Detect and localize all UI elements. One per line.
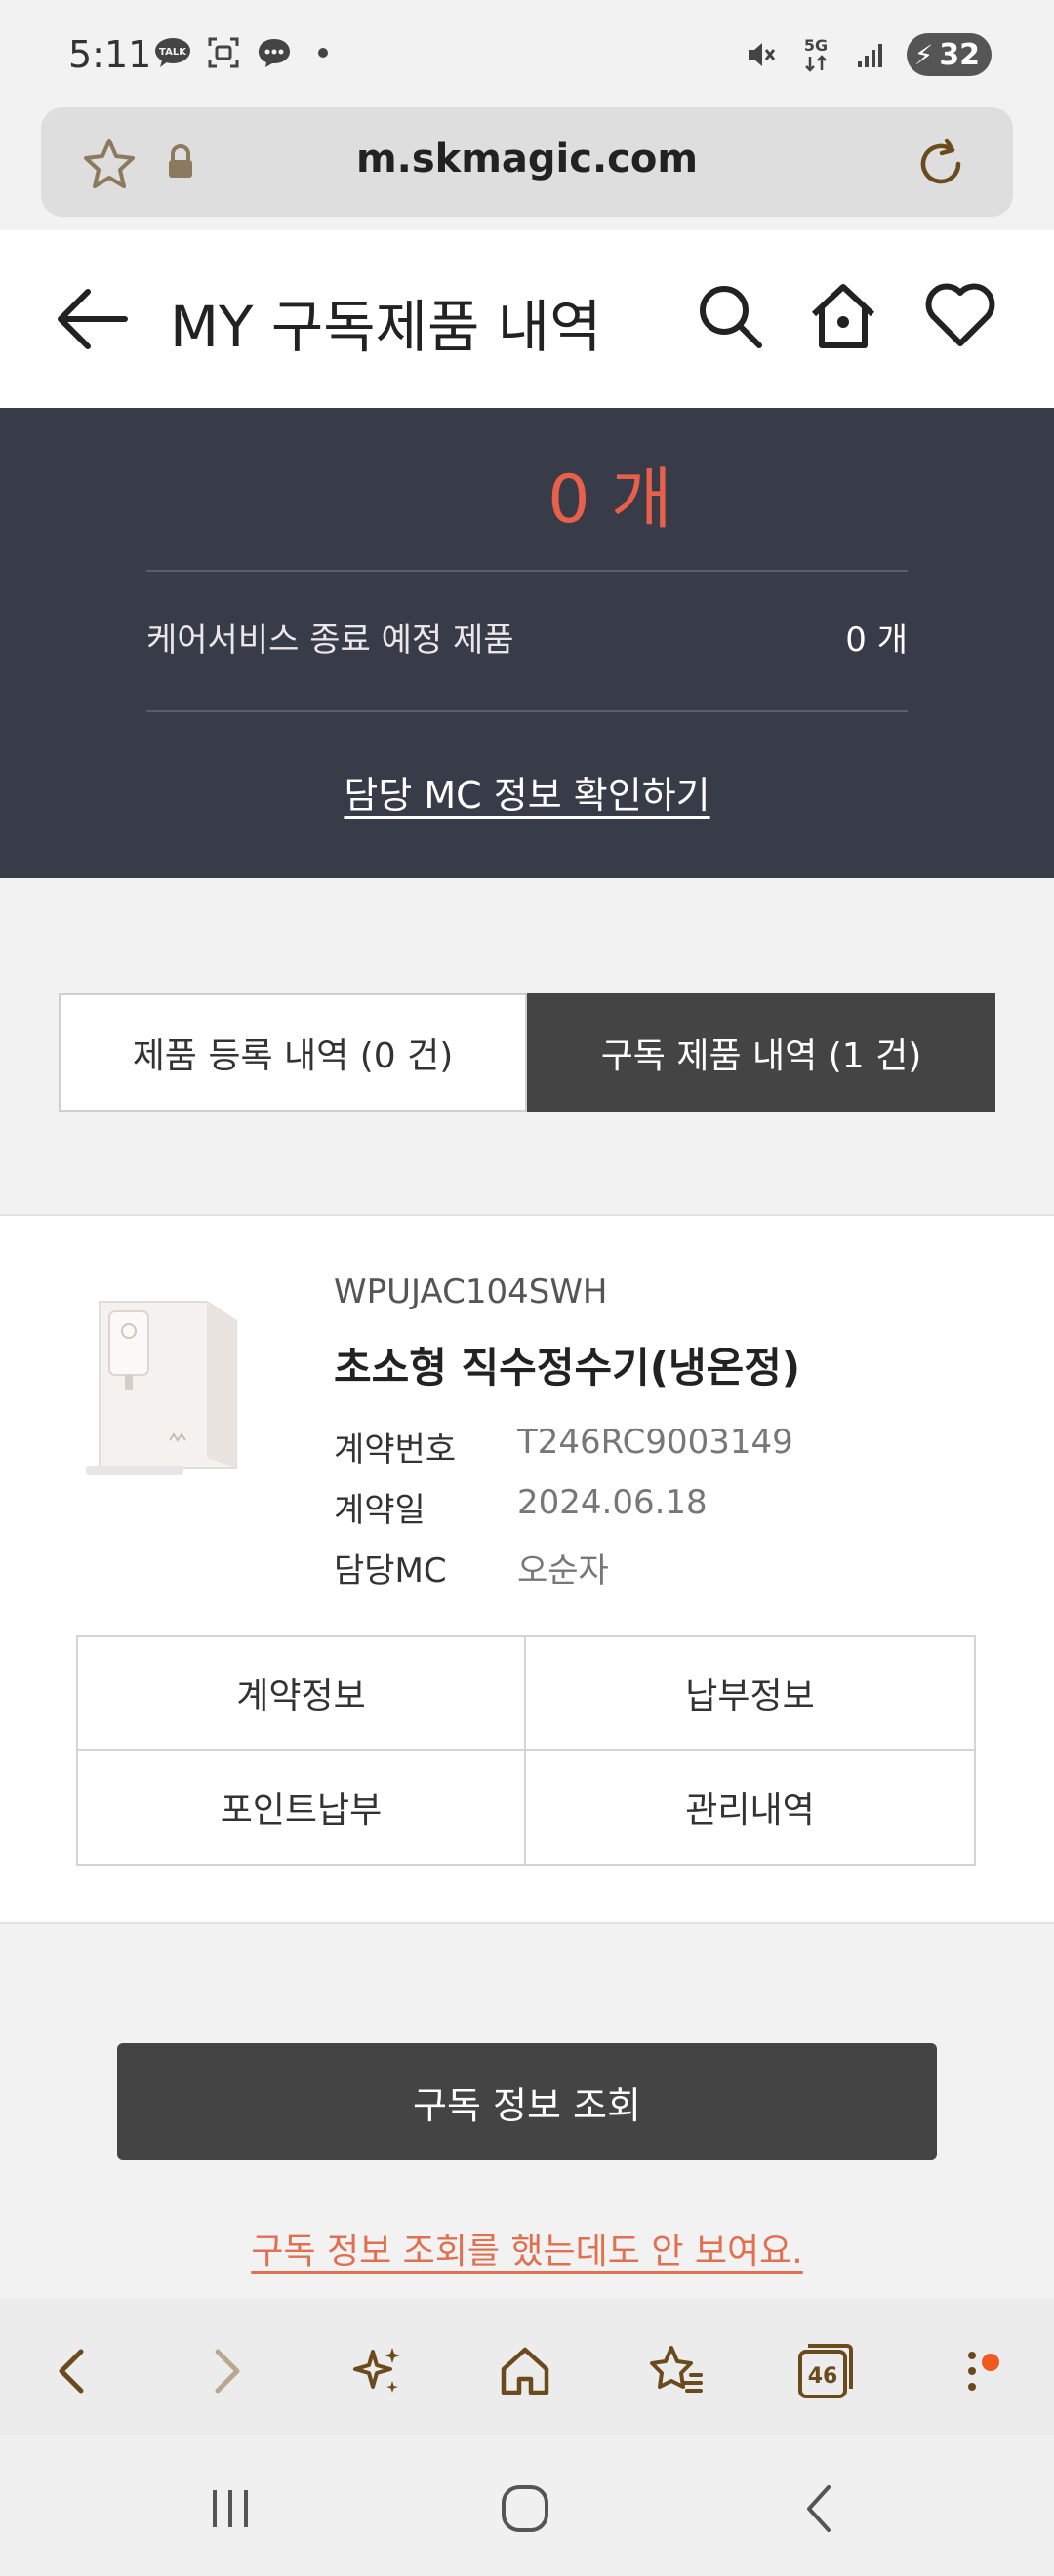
signal-icon [852, 37, 889, 72]
contract-date-value: 2024.06.18 [517, 1483, 708, 1522]
address-bar[interactable]: m.skmagic.com [41, 107, 1013, 217]
browser-toolbar: 46 [0, 2299, 1054, 2435]
bookmark-star-icon [650, 2346, 703, 2393]
favorite-button[interactable] [921, 277, 999, 355]
contract-date-label: 계약일 [334, 1491, 426, 1530]
contract-date-row: 계약일 2024.06.18 [334, 1483, 708, 1531]
browser-forward-button[interactable] [187, 2332, 265, 2410]
tabs-button[interactable]: 46 [785, 2332, 863, 2410]
payment-info-button[interactable]: 납부정보 [526, 1637, 974, 1751]
5g-label: 5G [803, 36, 827, 55]
manager-row: 담당MC 오순자 [334, 1544, 609, 1591]
subscription-count: 0 개 [547, 462, 672, 539]
contract-number-row: 계약번호 T246RC9003149 [334, 1423, 793, 1470]
product-name: 초소형 직수정수기(냉온정) [334, 1344, 801, 1391]
app-header: MY 구독제품 내역 [0, 230, 1054, 408]
management-history-button[interactable]: 관리내역 [526, 1751, 974, 1864]
more-vertical-icon [968, 2352, 976, 2391]
chevron-left-icon [59, 2349, 84, 2394]
system-home-button[interactable] [486, 2475, 564, 2543]
url-text[interactable]: m.skmagic.com [41, 137, 1013, 181]
home-circle-icon [502, 2485, 548, 2532]
ai-sparkle-button[interactable] [338, 2332, 416, 2410]
home-icon [811, 284, 875, 348]
subscription-summary: 0 개 케어서비스 종료 예정 제품 0 개 담당 MC 정보 확인하기 [0, 408, 1054, 878]
tab-subscribed-products[interactable]: 구독 제품 내역 (1 건) [527, 993, 995, 1112]
divider [146, 710, 908, 712]
sparkle-icon [353, 2348, 400, 2393]
5g-icon: 5G [797, 36, 834, 72]
notification-dot [982, 2354, 999, 2371]
page-title: MY 구독제품 내역 [170, 294, 602, 360]
system-back-button[interactable] [781, 2475, 859, 2543]
chevron-right-icon [215, 2349, 240, 2394]
not-visible-help-link[interactable]: 구독 정보 조회를 했는데도 안 보여요. [0, 2223, 1054, 2274]
reload-icon[interactable] [912, 135, 970, 197]
product-actions: 계약정보 납부정보 포인트납부 관리내역 [76, 1635, 976, 1866]
charging-icon: ⚡ [913, 38, 934, 71]
status-bar: 5:11 TALK 5G ⚡ 32 [0, 0, 1054, 107]
product-card: WPUJAC104SWH 초소형 직수정수기(냉온정) 계약번호 T246RC9… [0, 1214, 1054, 1924]
recent-apps-button[interactable] [191, 2475, 269, 2543]
manager-label: 담당MC [334, 1551, 447, 1590]
browser-home-button[interactable] [486, 2332, 564, 2410]
system-nav-bar [0, 2435, 1054, 2576]
tab-registered-products[interactable]: 제품 등록 내역 (0 건) [59, 993, 527, 1112]
mc-info-link[interactable]: 담당 MC 정보 확인하기 [0, 765, 1054, 819]
screenshot-icon [205, 35, 242, 70]
contract-number-label: 계약번호 [334, 1430, 457, 1469]
product-model: WPUJAC104SWH [334, 1272, 608, 1311]
divider [146, 570, 908, 572]
care-ending-value: 0 개 [845, 621, 908, 660]
system-back-icon [807, 2485, 831, 2532]
browser-menu-button[interactable] [937, 2332, 1015, 2410]
talk-icon: TALK [154, 35, 191, 70]
back-arrow-icon [58, 289, 128, 349]
battery-indicator: ⚡ 32 [906, 33, 992, 76]
manager-value: 오순자 [517, 1551, 609, 1590]
search-icon [700, 286, 762, 348]
bookmarks-button[interactable] [636, 2332, 714, 2410]
recent-apps-icon [213, 2490, 248, 2527]
battery-level: 32 [939, 37, 980, 72]
subscription-lookup-button[interactable]: 구독 정보 조회 [117, 2043, 937, 2160]
contract-number-value: T246RC9003149 [517, 1423, 793, 1462]
point-payment-button[interactable]: 포인트납부 [78, 1751, 526, 1864]
tab-count: 46 [808, 2364, 838, 2389]
svg-text:TALK: TALK [159, 47, 187, 58]
dot-icon [318, 48, 328, 58]
status-notification-icons: TALK [154, 35, 328, 70]
mute-icon [743, 37, 780, 72]
search-button[interactable] [691, 277, 769, 355]
tabs-icon: 46 [798, 2344, 853, 2398]
status-time: 5:11 [68, 33, 152, 76]
back-button[interactable] [51, 281, 133, 357]
home-button[interactable] [804, 277, 882, 355]
history-tabs: 제품 등록 내역 (0 건) 구독 제품 내역 (1 건) [59, 993, 995, 1112]
heart-icon [925, 283, 995, 346]
water-purifier-image [80, 1292, 256, 1487]
contract-info-button[interactable]: 계약정보 [78, 1637, 526, 1751]
browser-back-button[interactable] [33, 2332, 111, 2410]
home-outline-icon [501, 2347, 549, 2395]
status-system-icons: 5G ⚡ 32 [743, 33, 992, 76]
care-ending-label: 케어서비스 종료 예정 제품 [146, 621, 514, 660]
chat-icon [256, 35, 293, 70]
